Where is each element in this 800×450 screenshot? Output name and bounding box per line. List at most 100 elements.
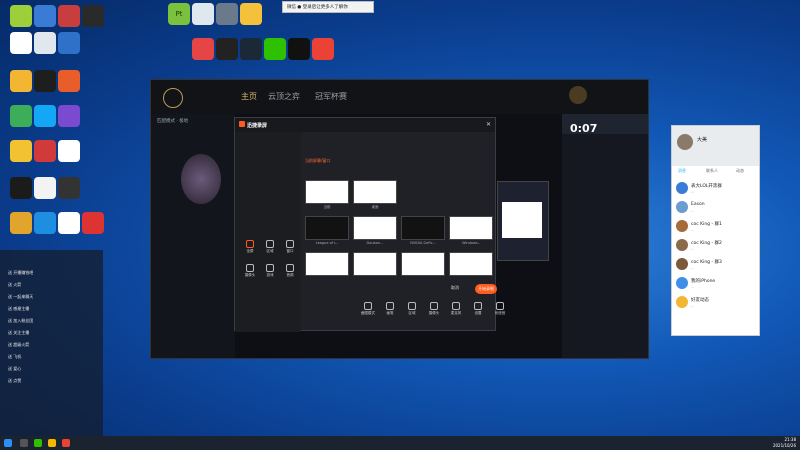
qq-avatar[interactable] bbox=[677, 134, 693, 150]
qq-list-item[interactable]: coc King - 群2... bbox=[672, 237, 759, 255]
desktop-icon[interactable] bbox=[58, 140, 80, 162]
top-caption-bar[interactable]: 微信 ● 登录后让更多人了解你 bbox=[282, 1, 374, 13]
desktop-icon[interactable] bbox=[192, 38, 214, 60]
qq-tab-feed[interactable]: 动态 bbox=[736, 168, 744, 174]
recorder-tool-button[interactable]: 画笔 bbox=[379, 302, 401, 316]
desktop-icon[interactable] bbox=[312, 38, 334, 60]
window-thumbnail[interactable] bbox=[305, 180, 349, 204]
desktop-icon[interactable] bbox=[58, 70, 80, 92]
window-thumbnail[interactable] bbox=[449, 252, 493, 276]
window-thumbnail[interactable] bbox=[401, 216, 445, 240]
avatar[interactable] bbox=[569, 86, 587, 104]
recorder-mode-button[interactable]: 窗口 bbox=[279, 240, 301, 254]
search-icon[interactable] bbox=[20, 439, 28, 447]
window-thumbnail[interactable] bbox=[305, 216, 349, 240]
desktop-icon[interactable] bbox=[192, 3, 214, 25]
desktop-icon[interactable] bbox=[288, 38, 310, 60]
thumbnail-label: NVIDIA GeFo... bbox=[410, 241, 436, 245]
desktop-icon[interactable] bbox=[34, 70, 56, 92]
screen-recorder-dialog[interactable]: 迅捷录屏 ✕ 当前屏幕/窗口 当前 桌面 League of L.. Douban..… bbox=[234, 117, 505, 332]
recorder-mode-button[interactable]: 音频 bbox=[279, 264, 301, 278]
qq-list-item[interactable]: 表大LOL开黑群... bbox=[672, 180, 759, 198]
overlay-message: 送 加入粉丝团 bbox=[8, 318, 34, 323]
desktop-icon[interactable] bbox=[34, 105, 56, 127]
contact-name: 我的iPhone bbox=[691, 279, 716, 284]
folder-icon[interactable] bbox=[48, 439, 56, 447]
window-thumbnail[interactable] bbox=[401, 252, 445, 276]
overlay-message: 送 关注主播 bbox=[8, 330, 30, 335]
desktop-icon[interactable] bbox=[240, 38, 262, 60]
recorder-tool-button[interactable]: 系统音 bbox=[489, 302, 511, 316]
recorder-mode-button[interactable]: 摄像头 bbox=[239, 264, 261, 278]
desktop-icon[interactable] bbox=[82, 5, 104, 27]
desktop-icon[interactable] bbox=[264, 38, 286, 60]
tab-champion-cup[interactable]: 冠军杯赛 bbox=[315, 91, 347, 102]
start-record-button[interactable]: 开始录制 bbox=[475, 284, 497, 294]
desktop-icon[interactable] bbox=[10, 32, 32, 54]
desktop-icon[interactable] bbox=[58, 5, 80, 27]
desktop-icon[interactable] bbox=[10, 105, 32, 127]
recorder-mode-button[interactable]: 游戏 bbox=[259, 264, 281, 278]
recorder-tool-button[interactable]: 摄像头 bbox=[423, 302, 445, 316]
desktop-icon[interactable] bbox=[10, 212, 32, 234]
recorder-tool-button[interactable]: 麦克风 bbox=[445, 302, 467, 316]
window-thumbnail[interactable] bbox=[353, 252, 397, 276]
avatar bbox=[676, 239, 688, 251]
desktop-icon[interactable] bbox=[10, 140, 32, 162]
qq-list-item[interactable]: Eason... bbox=[672, 199, 759, 217]
desktop-icon[interactable] bbox=[34, 32, 56, 54]
mode-icon bbox=[266, 264, 274, 272]
recorder-tool-button[interactable]: 区域 bbox=[401, 302, 423, 316]
start-icon[interactable] bbox=[4, 439, 12, 447]
tab-tft[interactable]: 云顶之弈 bbox=[268, 91, 300, 102]
desktop-icon[interactable] bbox=[10, 5, 32, 27]
cancel-button[interactable]: 取消 bbox=[451, 285, 459, 291]
tab-home[interactable]: 主页 bbox=[241, 91, 257, 102]
desktop-icon[interactable] bbox=[10, 177, 32, 199]
desktop-icon[interactable] bbox=[58, 105, 80, 127]
desktop-icon[interactable] bbox=[34, 140, 56, 162]
clock[interactable]: 21:38 2021/10/26 bbox=[773, 437, 796, 449]
last-message: ... bbox=[691, 209, 695, 213]
avatar bbox=[676, 296, 688, 308]
desktop-icon[interactable] bbox=[58, 212, 80, 234]
overlay-message: 送 火箭 bbox=[8, 282, 22, 287]
qq-list-item[interactable]: coc King - 群3... bbox=[672, 256, 759, 274]
window-thumbnail[interactable] bbox=[449, 216, 493, 240]
wechat-icon[interactable] bbox=[34, 439, 42, 447]
qq-list-item[interactable]: 我的iPhone... bbox=[672, 275, 759, 293]
desktop-icon[interactable] bbox=[58, 177, 80, 199]
qq-tab-contacts[interactable]: 联系人 bbox=[706, 168, 718, 174]
tool-label: 麦克风 bbox=[450, 311, 462, 315]
qq-chat-panel[interactable]: 大美 消息 联系人 动态 表大LOL开黑群... Eason... coc King… bbox=[671, 125, 760, 336]
overlay-message: 送 开播赚钱吧 bbox=[8, 270, 34, 275]
desktop-icon[interactable] bbox=[10, 70, 32, 92]
desktop-icon[interactable] bbox=[58, 32, 80, 54]
qq-list-item[interactable]: coc King - 群1... bbox=[672, 218, 759, 236]
desktop-icon[interactable] bbox=[216, 3, 238, 25]
window-thumbnail[interactable] bbox=[353, 216, 397, 240]
recorder-mode-button[interactable]: 区域 bbox=[259, 240, 281, 254]
desktop-icon[interactable] bbox=[34, 5, 56, 27]
desktop-icon[interactable] bbox=[82, 212, 104, 234]
avatar bbox=[676, 258, 688, 270]
desktop-icon[interactable] bbox=[34, 177, 56, 199]
desktop-icon[interactable] bbox=[216, 38, 238, 60]
desktop-icon[interactable]: Pt bbox=[168, 3, 190, 25]
app-logo-icon bbox=[163, 88, 183, 108]
recorder-tool-button[interactable]: 设置 bbox=[467, 302, 489, 316]
chrome-icon[interactable] bbox=[62, 439, 70, 447]
recorder-tool-button[interactable]: 截图模式 bbox=[357, 302, 379, 316]
desktop-icon[interactable] bbox=[240, 3, 262, 25]
window-thumbnail[interactable] bbox=[305, 252, 349, 276]
mode-label: 全屏 bbox=[246, 249, 254, 253]
overlay-message: 送 飞机 bbox=[8, 354, 22, 359]
side-title: 匹配模式 · 极地 bbox=[157, 119, 189, 124]
desktop-icon[interactable] bbox=[34, 212, 56, 234]
recorder-mode-button[interactable]: 全屏 bbox=[239, 240, 261, 254]
close-icon[interactable]: ✕ bbox=[486, 121, 491, 128]
qq-list-item[interactable]: 好友动态... bbox=[672, 294, 759, 312]
qq-tab-messages[interactable]: 消息 bbox=[678, 168, 686, 174]
avatar bbox=[676, 220, 688, 232]
window-thumbnail[interactable] bbox=[353, 180, 397, 204]
